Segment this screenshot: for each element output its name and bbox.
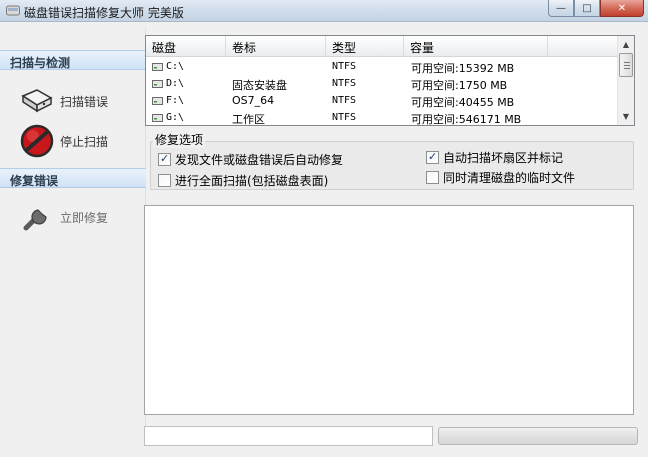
scroll-down-icon[interactable]: ▼ <box>618 108 634 124</box>
row-type: NTFS <box>332 112 357 123</box>
auto-repair-checkbox-box[interactable]: ✓ <box>158 152 171 166</box>
scroll-up-icon[interactable]: ▲ <box>618 36 634 52</box>
clean-temp-checkbox-box[interactable] <box>426 171 439 184</box>
row-capacity: 可用空间:1750 MB <box>411 79 508 92</box>
row-type: NTFS <box>332 78 357 89</box>
maximize-button[interactable]: □ <box>574 0 600 17</box>
stop-scan-label: 停止扫描 <box>60 134 109 149</box>
disk-list-header: 磁盘 卷标 类型 容量 <box>146 36 618 57</box>
row-drive: F:\ <box>166 95 185 106</box>
disk-list-rows: C:\ NTFS 可用空间:15392 MB D:\ 固态安装盘 NTFS 可用… <box>146 58 618 126</box>
full-scan-checkbox[interactable]: 进行全面扫描(包括磁盘表面) <box>158 172 328 189</box>
clean-temp-label: 同时清理磁盘的临时文件 <box>443 171 576 185</box>
row-capacity: 可用空间:15392 MB <box>411 62 515 75</box>
disk-drive-icon <box>20 84 54 118</box>
clean-temp-checkbox[interactable]: 同时清理磁盘的临时文件 <box>426 169 575 186</box>
wrench-icon <box>20 200 54 234</box>
full-scan-label: 进行全面扫描(包括磁盘表面) <box>175 174 329 188</box>
app-icon <box>6 5 20 16</box>
row-drive: G:\ <box>166 112 185 123</box>
repair-options-title: 修复选项 <box>153 131 206 148</box>
stop-scan-button[interactable]: 停止扫描 <box>20 123 108 159</box>
disk-list[interactable]: 磁盘 卷标 类型 容量 C:\ NTFS 可用空间:15392 MB D:\ 固… <box>145 35 635 126</box>
scan-errors-button[interactable]: 扫描错误 <box>20 83 108 119</box>
scrollbar-thumb[interactable] <box>619 53 633 77</box>
status-field[interactable] <box>144 426 433 446</box>
row-type: NTFS <box>332 95 357 106</box>
row-capacity: 可用空间:40455 MB <box>411 96 515 109</box>
drive-icon <box>152 114 163 122</box>
row-label: 固态安装盘 <box>232 79 287 92</box>
drive-icon <box>152 97 163 105</box>
mark-bad-sectors-checkbox[interactable]: ✓ 自动扫描坏扇区并标记 <box>426 149 563 166</box>
left-pane: 扫描与检测 扫描错误 停止扫描 修复错误 立即修复 <box>0 28 146 430</box>
row-drive: C:\ <box>166 61 185 72</box>
table-row[interactable]: D:\ 固态安装盘 NTFS 可用空间:1750 MB <box>146 75 618 92</box>
auto-repair-label: 发现文件或磁盘错误后自动修复 <box>175 153 344 167</box>
row-label: OS7_64 <box>232 94 275 107</box>
table-row[interactable]: C:\ NTFS 可用空间:15392 MB <box>146 58 618 75</box>
row-drive: D:\ <box>166 78 185 89</box>
table-row[interactable]: F:\ OS7_64 NTFS 可用空间:40455 MB <box>146 92 618 109</box>
checkmark-icon: ✓ <box>160 152 170 165</box>
repair-now-label: 立即修复 <box>60 210 109 225</box>
minimize-button[interactable]: — <box>548 0 574 17</box>
row-type: NTFS <box>332 61 357 72</box>
minimize-icon: — <box>556 2 566 14</box>
row-capacity: 可用空间:546171 MB <box>411 113 522 126</box>
repair-section-header: 修复错误 <box>0 168 146 188</box>
auto-repair-checkbox[interactable]: ✓ 发现文件或磁盘错误后自动修复 <box>158 151 343 168</box>
row-label: 工作区 <box>232 113 265 126</box>
log-output[interactable] <box>144 205 634 415</box>
full-scan-checkbox-box[interactable] <box>158 174 171 187</box>
window-title: 磁盘错误扫描修复大师 完美版 <box>24 6 184 20</box>
progress-bar <box>438 427 638 445</box>
stop-icon <box>20 124 54 158</box>
close-icon: ✕ <box>617 2 627 14</box>
mark-bad-sectors-checkbox-box[interactable]: ✓ <box>426 150 439 164</box>
column-header-disk[interactable]: 磁盘 <box>146 36 226 56</box>
repair-now-button[interactable]: 立即修复 <box>20 199 108 235</box>
title-bar: 磁盘错误扫描修复大师 完美版 — □ ✕ <box>0 0 648 22</box>
scan-errors-label: 扫描错误 <box>60 94 109 109</box>
mark-bad-sectors-label: 自动扫描坏扇区并标记 <box>443 151 564 165</box>
drive-icon <box>152 63 163 71</box>
close-button[interactable]: ✕ <box>600 0 644 17</box>
window-controls: — □ ✕ <box>548 0 644 18</box>
checkmark-icon: ✓ <box>428 150 438 163</box>
table-row[interactable]: G:\ 工作区 NTFS 可用空间:546171 MB <box>146 109 618 126</box>
disk-list-scrollbar[interactable]: ▲ ▼ <box>617 36 634 125</box>
scan-section-header: 扫描与检测 <box>0 50 146 70</box>
column-header-capacity[interactable]: 容量 <box>404 36 548 56</box>
column-header-label[interactable]: 卷标 <box>226 36 326 56</box>
drive-icon <box>152 80 163 88</box>
column-header-type[interactable]: 类型 <box>326 36 404 56</box>
maximize-icon: □ <box>582 2 592 14</box>
